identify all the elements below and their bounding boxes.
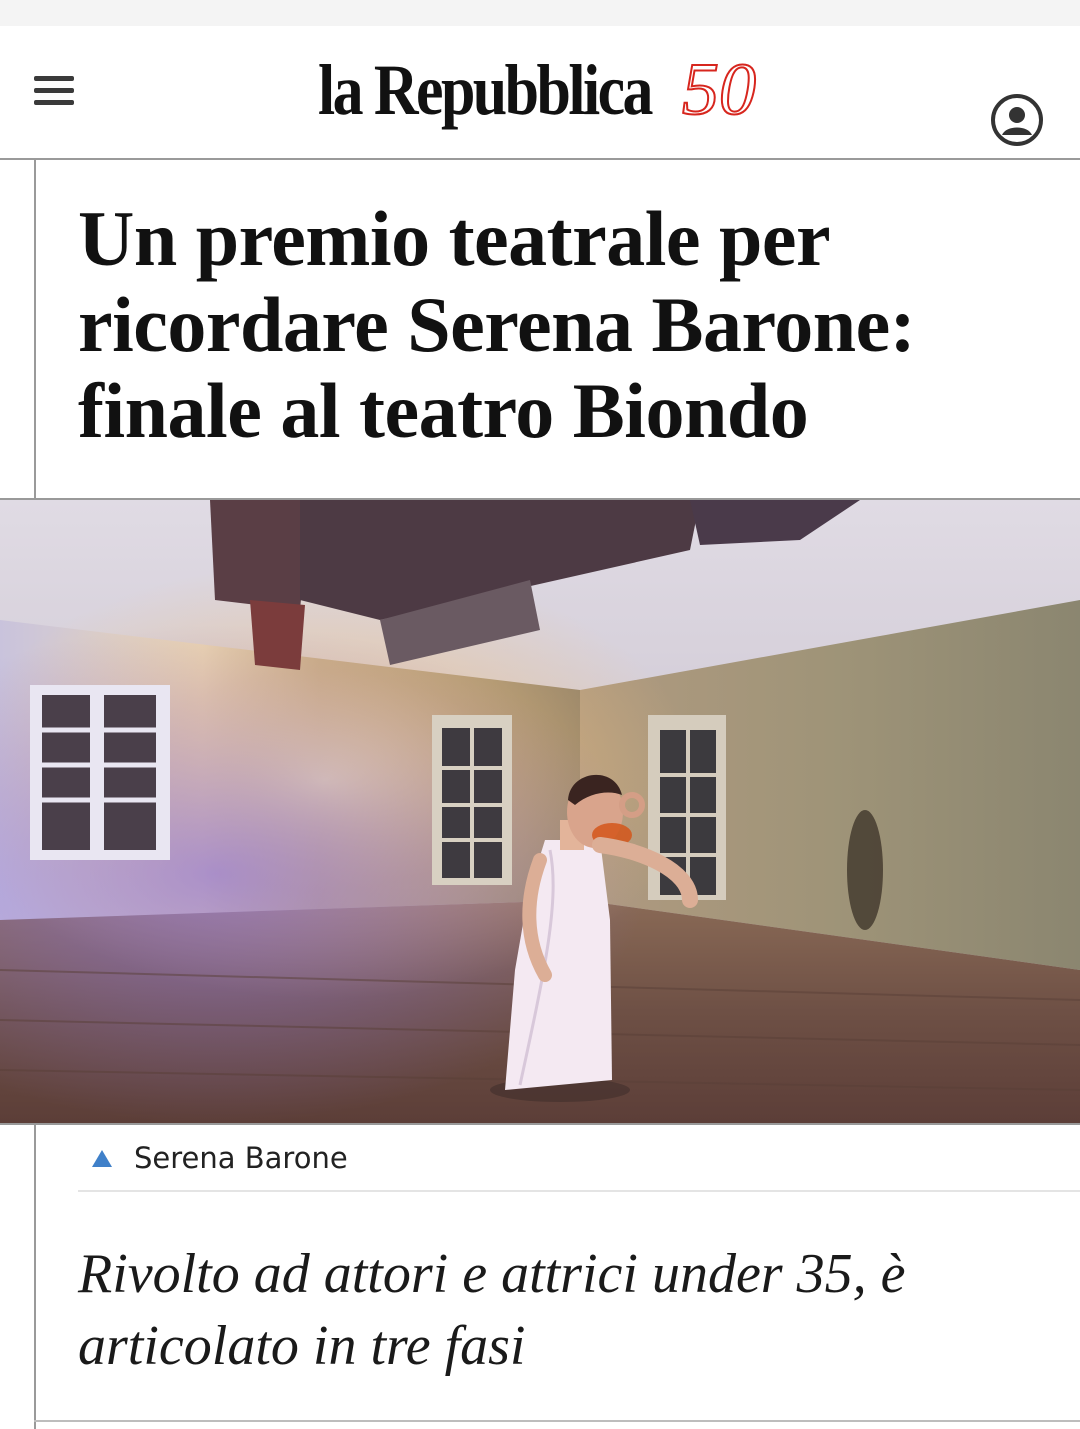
article-summary: Rivolto ad attori e attrici under 35, è … xyxy=(78,1243,906,1377)
status-strip xyxy=(0,0,1080,26)
menu-icon[interactable] xyxy=(34,76,76,110)
logo-anniversary-mark: 50 xyxy=(681,48,757,132)
photo-caption-text: Serena Barone xyxy=(134,1141,348,1175)
article-title: Un premio teatrale per ricordare Serena … xyxy=(78,195,916,454)
section-divider xyxy=(34,1420,1080,1422)
site-header: la Repubblica 50 xyxy=(0,26,1080,160)
article-photo[interactable] xyxy=(0,498,1080,1125)
photo-caption: Serena Barone xyxy=(78,1138,348,1178)
triangle-up-icon[interactable] xyxy=(92,1149,112,1167)
logo-wordmark: la Repubblica xyxy=(318,50,653,130)
caption-divider xyxy=(78,1190,1080,1192)
content-rule xyxy=(34,1125,36,1429)
content-rule xyxy=(34,160,36,498)
account-icon[interactable] xyxy=(989,92,1045,148)
site-logo[interactable]: la Repubblica 50 xyxy=(318,48,757,138)
